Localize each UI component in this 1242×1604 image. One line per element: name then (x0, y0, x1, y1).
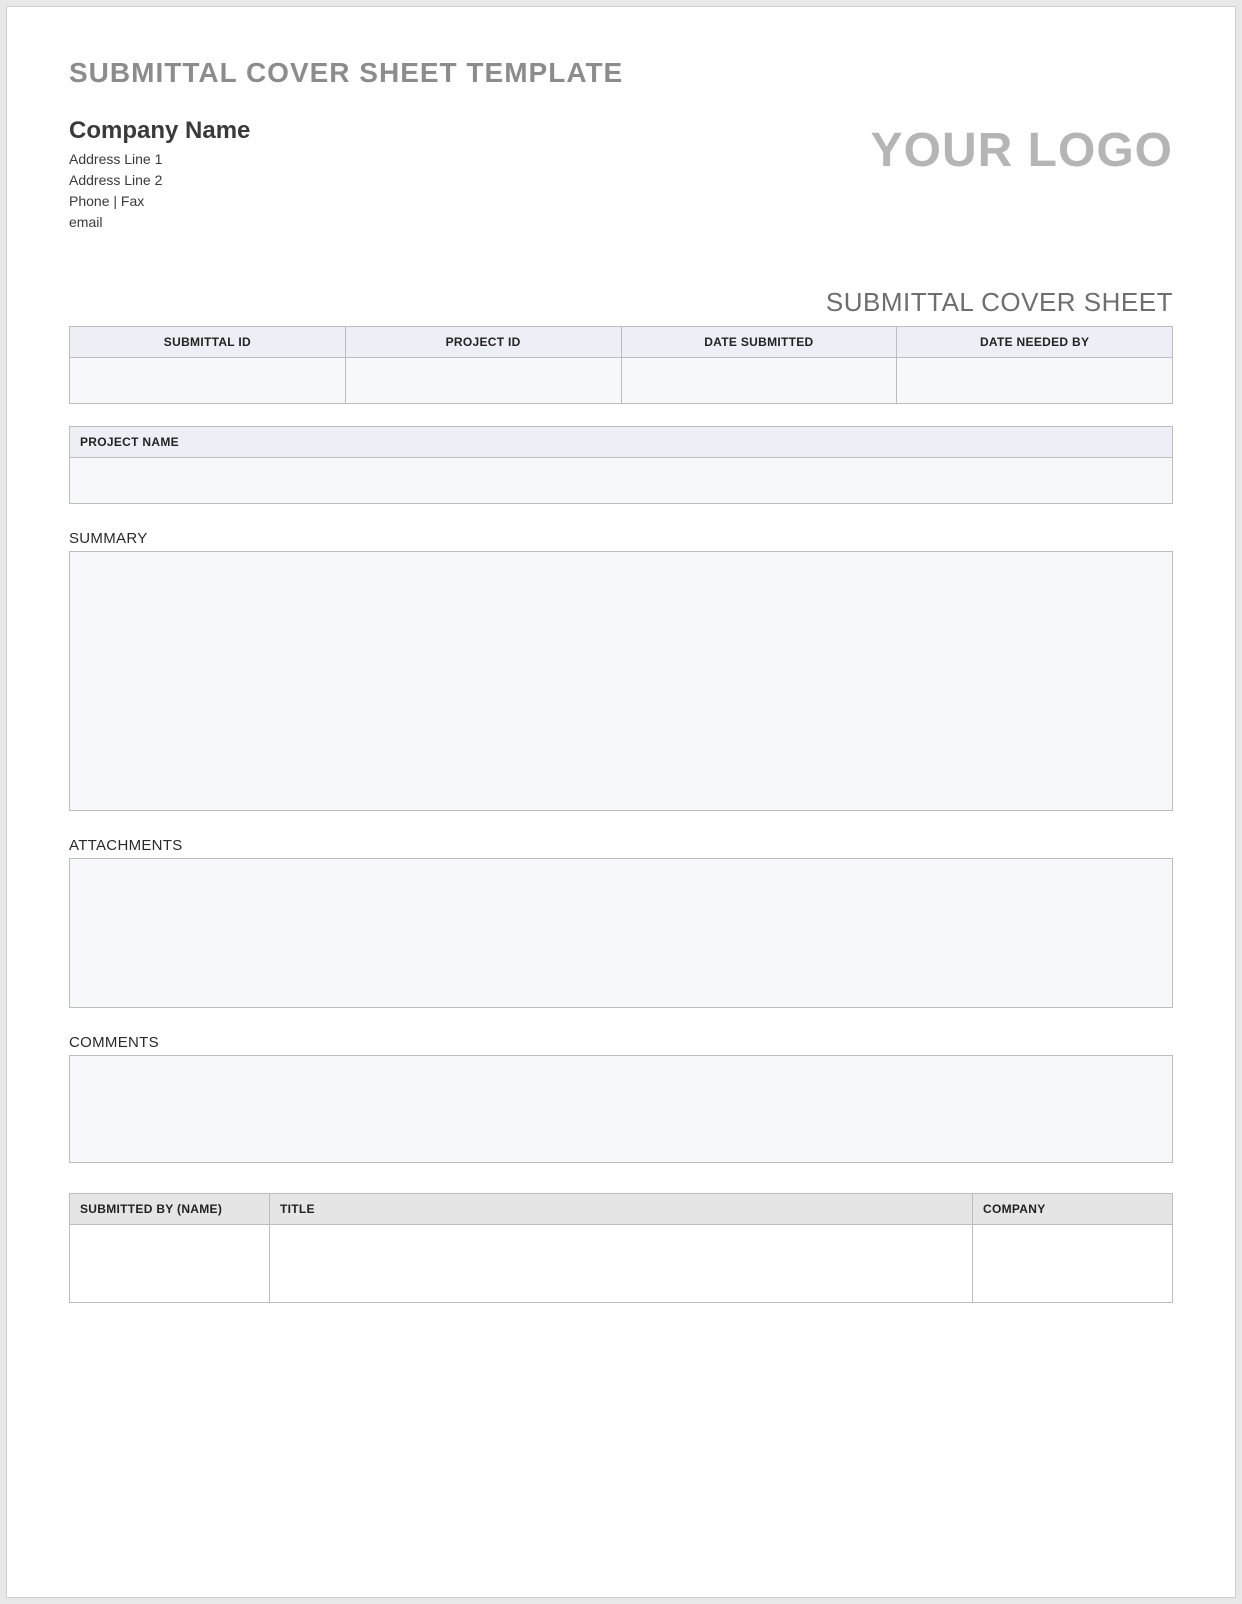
info-table: SUBMITTAL ID PROJECT ID DATE SUBMITTED D… (69, 326, 1173, 404)
cell-submitted-by-title[interactable] (270, 1225, 973, 1303)
header-project-name: PROJECT NAME (70, 427, 1173, 458)
header-project-id: PROJECT ID (345, 327, 621, 358)
label-attachments: ATTACHMENTS (69, 837, 1173, 854)
header-submitted-by-name: SUBMITTED BY (NAME) (70, 1194, 270, 1225)
cell-date-submitted[interactable] (621, 358, 897, 404)
cell-project-id[interactable] (345, 358, 621, 404)
company-name: Company Name (69, 117, 250, 145)
project-name-table: PROJECT NAME (69, 426, 1173, 504)
header-submittal-id: SUBMITTAL ID (70, 327, 346, 358)
company-address-1: Address Line 1 (69, 149, 250, 170)
document-page: SUBMITTAL COVER SHEET TEMPLATE Company N… (6, 6, 1236, 1598)
company-address-2: Address Line 2 (69, 170, 250, 191)
header-submitted-by-company: COMPANY (973, 1194, 1173, 1225)
cell-submitted-by-company[interactable] (973, 1225, 1173, 1303)
comments-field[interactable] (69, 1055, 1173, 1163)
company-block: Company Name Address Line 1 Address Line… (69, 117, 250, 233)
cell-project-name[interactable] (70, 458, 1173, 504)
company-email: email (69, 212, 250, 233)
section-title: SUBMITTAL COVER SHEET (69, 287, 1173, 318)
summary-field[interactable] (69, 551, 1173, 811)
label-comments: COMMENTS (69, 1034, 1173, 1051)
cell-submittal-id[interactable] (70, 358, 346, 404)
header-row: Company Name Address Line 1 Address Line… (69, 117, 1173, 233)
company-phone-fax: Phone | Fax (69, 191, 250, 212)
logo-placeholder: YOUR LOGO (871, 123, 1173, 178)
header-date-needed: DATE NEEDED BY (897, 327, 1173, 358)
document-title: SUBMITTAL COVER SHEET TEMPLATE (69, 57, 1173, 89)
header-date-submitted: DATE SUBMITTED (621, 327, 897, 358)
submitted-by-table: SUBMITTED BY (NAME) TITLE COMPANY (69, 1193, 1173, 1303)
cell-submitted-by-name[interactable] (70, 1225, 270, 1303)
header-submitted-by-title: TITLE (270, 1194, 973, 1225)
attachments-field[interactable] (69, 858, 1173, 1008)
label-summary: SUMMARY (69, 530, 1173, 547)
cell-date-needed[interactable] (897, 358, 1173, 404)
